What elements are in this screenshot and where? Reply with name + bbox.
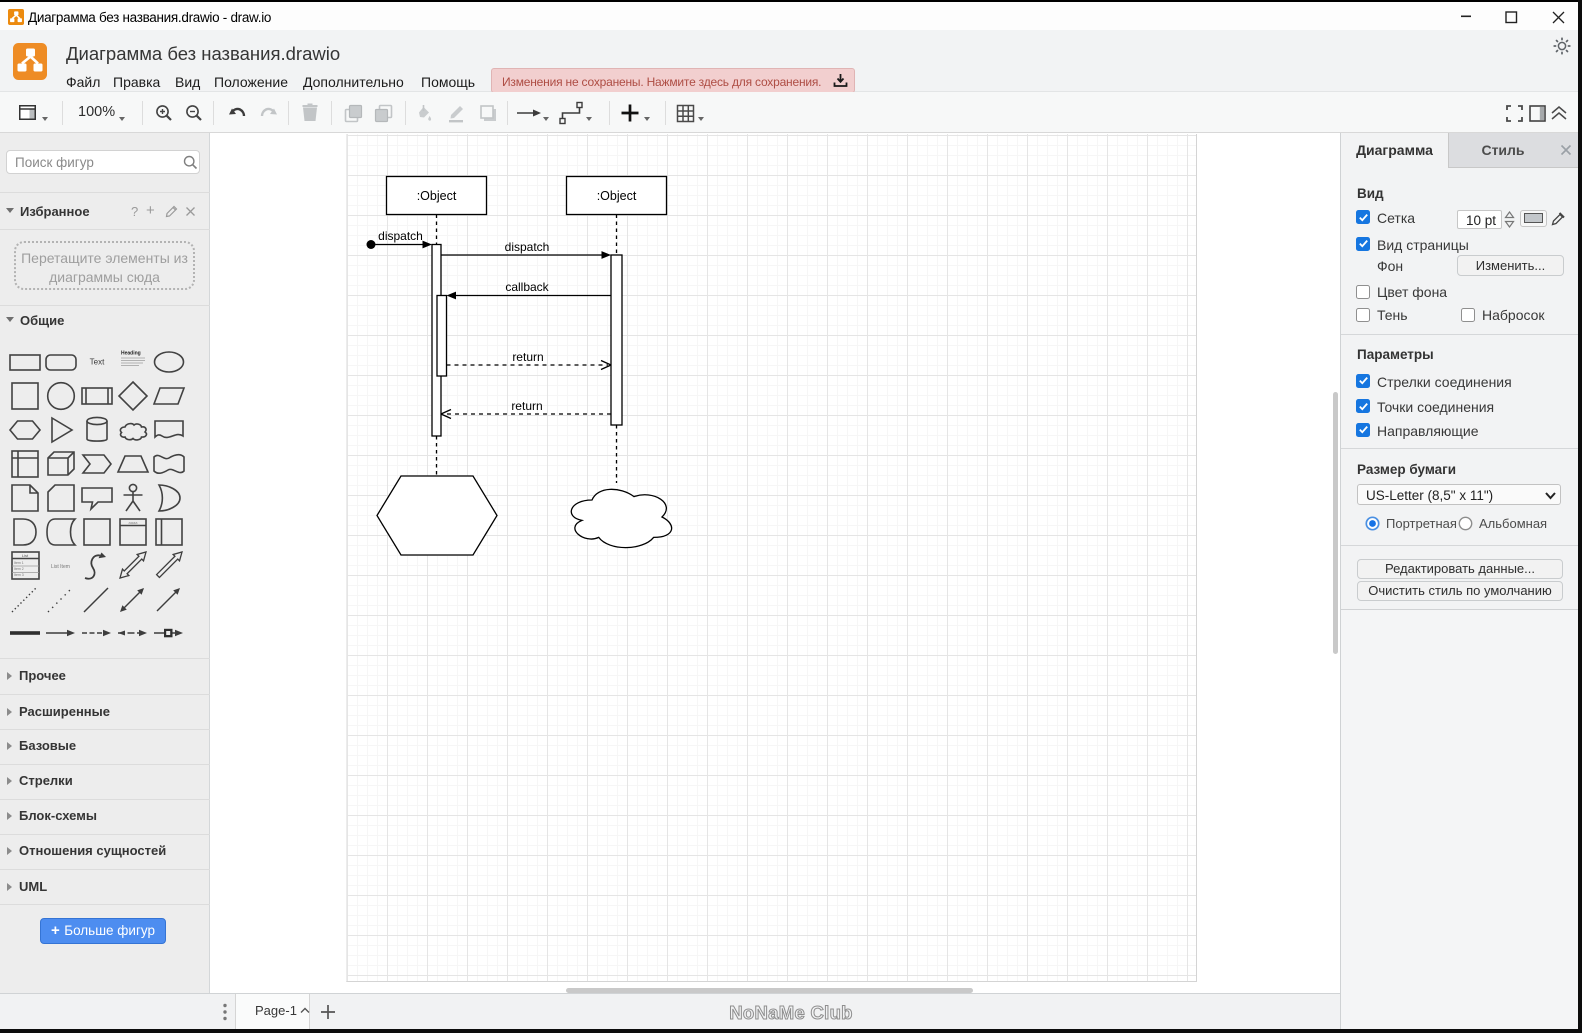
svg-text:callback: callback (505, 280, 549, 294)
svg-text:Item 2: Item 2 (14, 567, 24, 571)
svg-text:dispatch: dispatch (505, 240, 550, 254)
svg-text:Text: Text (90, 358, 105, 367)
svg-text:return: return (511, 399, 542, 413)
svg-text:Heading: Heading (121, 351, 141, 357)
svg-text:return: return (512, 350, 543, 364)
svg-text:dispatch: dispatch (378, 229, 423, 243)
svg-text::Object: :Object (597, 189, 637, 203)
svg-text:Item 1: Item 1 (14, 561, 24, 565)
svg-text::Object: :Object (417, 189, 457, 203)
svg-text:Item 3: Item 3 (14, 573, 24, 577)
svg-text:List: List (22, 553, 29, 558)
svg-text:aaaa: aaaa (129, 520, 139, 525)
svg-text:List Item: List Item (51, 564, 70, 570)
